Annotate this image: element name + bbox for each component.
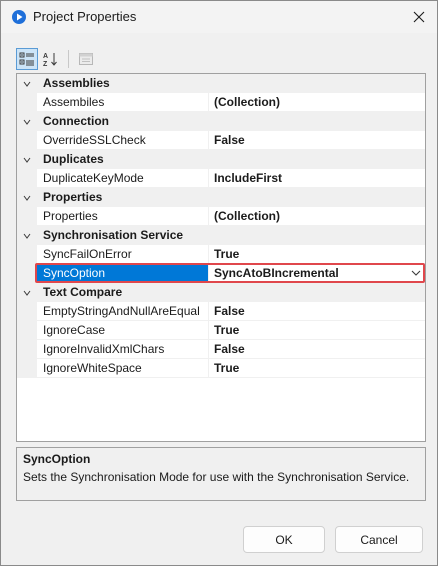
- expander: [17, 188, 37, 207]
- category-connection[interactable]: Connection: [17, 112, 425, 131]
- property-pages-button[interactable]: [75, 48, 97, 70]
- category-duplicates[interactable]: Duplicates: [17, 150, 425, 169]
- row-gutter: [17, 207, 37, 226]
- categorized-icon: [19, 52, 34, 66]
- close-button[interactable]: [401, 1, 437, 33]
- property-name: IgnoreWhiteSpace: [37, 359, 209, 377]
- collapse-icon[interactable]: [23, 194, 31, 202]
- sync-option-dropdown[interactable]: SyncAtoBIncremental: [209, 264, 425, 282]
- property-value[interactable]: True: [209, 359, 425, 377]
- property-row-syncfailonerror[interactable]: SyncFailOnError True: [17, 245, 425, 264]
- category-label: Properties: [43, 190, 103, 204]
- property-name: SyncOption: [37, 264, 209, 282]
- property-value[interactable]: True: [209, 245, 425, 263]
- property-name: Properties: [37, 207, 209, 225]
- row-gutter: [17, 131, 37, 150]
- app-logo-icon: [12, 10, 26, 24]
- collapse-icon[interactable]: [23, 232, 31, 240]
- alphabetical-view-button[interactable]: A Z: [40, 48, 62, 70]
- toolbar-separator: [68, 50, 69, 68]
- property-value[interactable]: False: [209, 340, 425, 358]
- categorized-view-button[interactable]: [16, 48, 38, 70]
- property-name: IgnoreInvalidXmlChars: [37, 340, 209, 358]
- description-title: SyncOption: [23, 452, 91, 466]
- property-row-ignorecase[interactable]: IgnoreCase True: [17, 321, 425, 340]
- dropdown-value: SyncAtoBIncremental: [214, 266, 339, 280]
- category-label: Synchronisation Service: [43, 228, 184, 242]
- property-grid: Assemblies Assembiles (Collection) Conne…: [16, 73, 426, 442]
- project-properties-dialog: Project Properties A Z Assemblies Assemb…: [0, 0, 438, 566]
- svg-text:A: A: [43, 53, 48, 60]
- property-value[interactable]: (Collection): [209, 207, 425, 225]
- property-row-duplicatekeymode[interactable]: DuplicateKeyMode IncludeFirst: [17, 169, 425, 188]
- collapse-icon[interactable]: [23, 118, 31, 126]
- property-value[interactable]: (Collection): [209, 93, 425, 111]
- category-label: Duplicates: [43, 152, 104, 166]
- category-assemblies[interactable]: Assemblies: [17, 74, 425, 93]
- property-name: DuplicateKeyMode: [37, 169, 209, 187]
- row-gutter: [17, 93, 37, 112]
- alphabetical-icon: A Z: [43, 53, 57, 67]
- description-panel: SyncOption Sets the Synchronisation Mode…: [16, 447, 426, 501]
- collapse-icon[interactable]: [23, 80, 31, 88]
- row-gutter: [17, 340, 37, 359]
- row-gutter: [17, 264, 37, 283]
- category-label: Assemblies: [43, 76, 110, 90]
- property-row-ignorewhitespace[interactable]: IgnoreWhiteSpace True: [17, 359, 425, 378]
- close-icon: [413, 11, 425, 23]
- window-title: Project Properties: [33, 9, 137, 24]
- ok-button[interactable]: OK: [243, 526, 325, 553]
- expander: [17, 150, 37, 169]
- property-name: Assembiles: [37, 93, 209, 111]
- expander: [17, 74, 37, 93]
- property-name: SyncFailOnError: [37, 245, 209, 263]
- property-row-overridesslcheck[interactable]: OverrideSSLCheck False: [17, 131, 425, 150]
- row-gutter: [17, 321, 37, 340]
- property-row-properties[interactable]: Properties (Collection): [17, 207, 425, 226]
- property-name: OverrideSSLCheck: [37, 131, 209, 149]
- property-grid-toolbar: A Z: [16, 46, 426, 72]
- category-text-compare[interactable]: Text Compare: [17, 283, 425, 302]
- expander: [17, 226, 37, 245]
- row-gutter: [17, 169, 37, 188]
- property-row-emptystringandnullareequal[interactable]: EmptyStringAndNullAreEqual False: [17, 302, 425, 321]
- property-value[interactable]: True: [209, 321, 425, 339]
- collapse-icon[interactable]: [23, 289, 31, 297]
- category-properties[interactable]: Properties: [17, 188, 425, 207]
- property-value[interactable]: False: [209, 131, 425, 149]
- dropdown-toggle[interactable]: [407, 264, 425, 282]
- row-gutter: [17, 245, 37, 264]
- expander: [17, 112, 37, 131]
- property-row-assembiles[interactable]: Assembiles (Collection): [17, 93, 425, 112]
- category-label: Connection: [43, 114, 109, 128]
- property-value[interactable]: IncludeFirst: [209, 169, 425, 187]
- category-synchronisation-service[interactable]: Synchronisation Service: [17, 226, 425, 245]
- cancel-button[interactable]: Cancel: [335, 526, 423, 553]
- row-gutter: [17, 359, 37, 378]
- property-name: IgnoreCase: [37, 321, 209, 339]
- chevron-down-icon: [411, 270, 421, 276]
- expander: [17, 283, 37, 302]
- property-row-ignoreinvalidxmlchars[interactable]: IgnoreInvalidXmlChars False: [17, 340, 425, 359]
- collapse-icon[interactable]: [23, 156, 31, 164]
- property-pages-icon: [79, 53, 93, 65]
- title-bar: Project Properties: [1, 1, 437, 33]
- row-gutter: [17, 302, 37, 321]
- property-value[interactable]: False: [209, 302, 425, 320]
- category-label: Text Compare: [43, 285, 123, 299]
- svg-text:Z: Z: [43, 61, 48, 67]
- property-row-syncoption[interactable]: SyncOption SyncAtoBIncremental: [17, 264, 425, 283]
- property-name: EmptyStringAndNullAreEqual: [37, 302, 209, 320]
- description-text: Sets the Synchronisation Mode for use wi…: [23, 470, 410, 484]
